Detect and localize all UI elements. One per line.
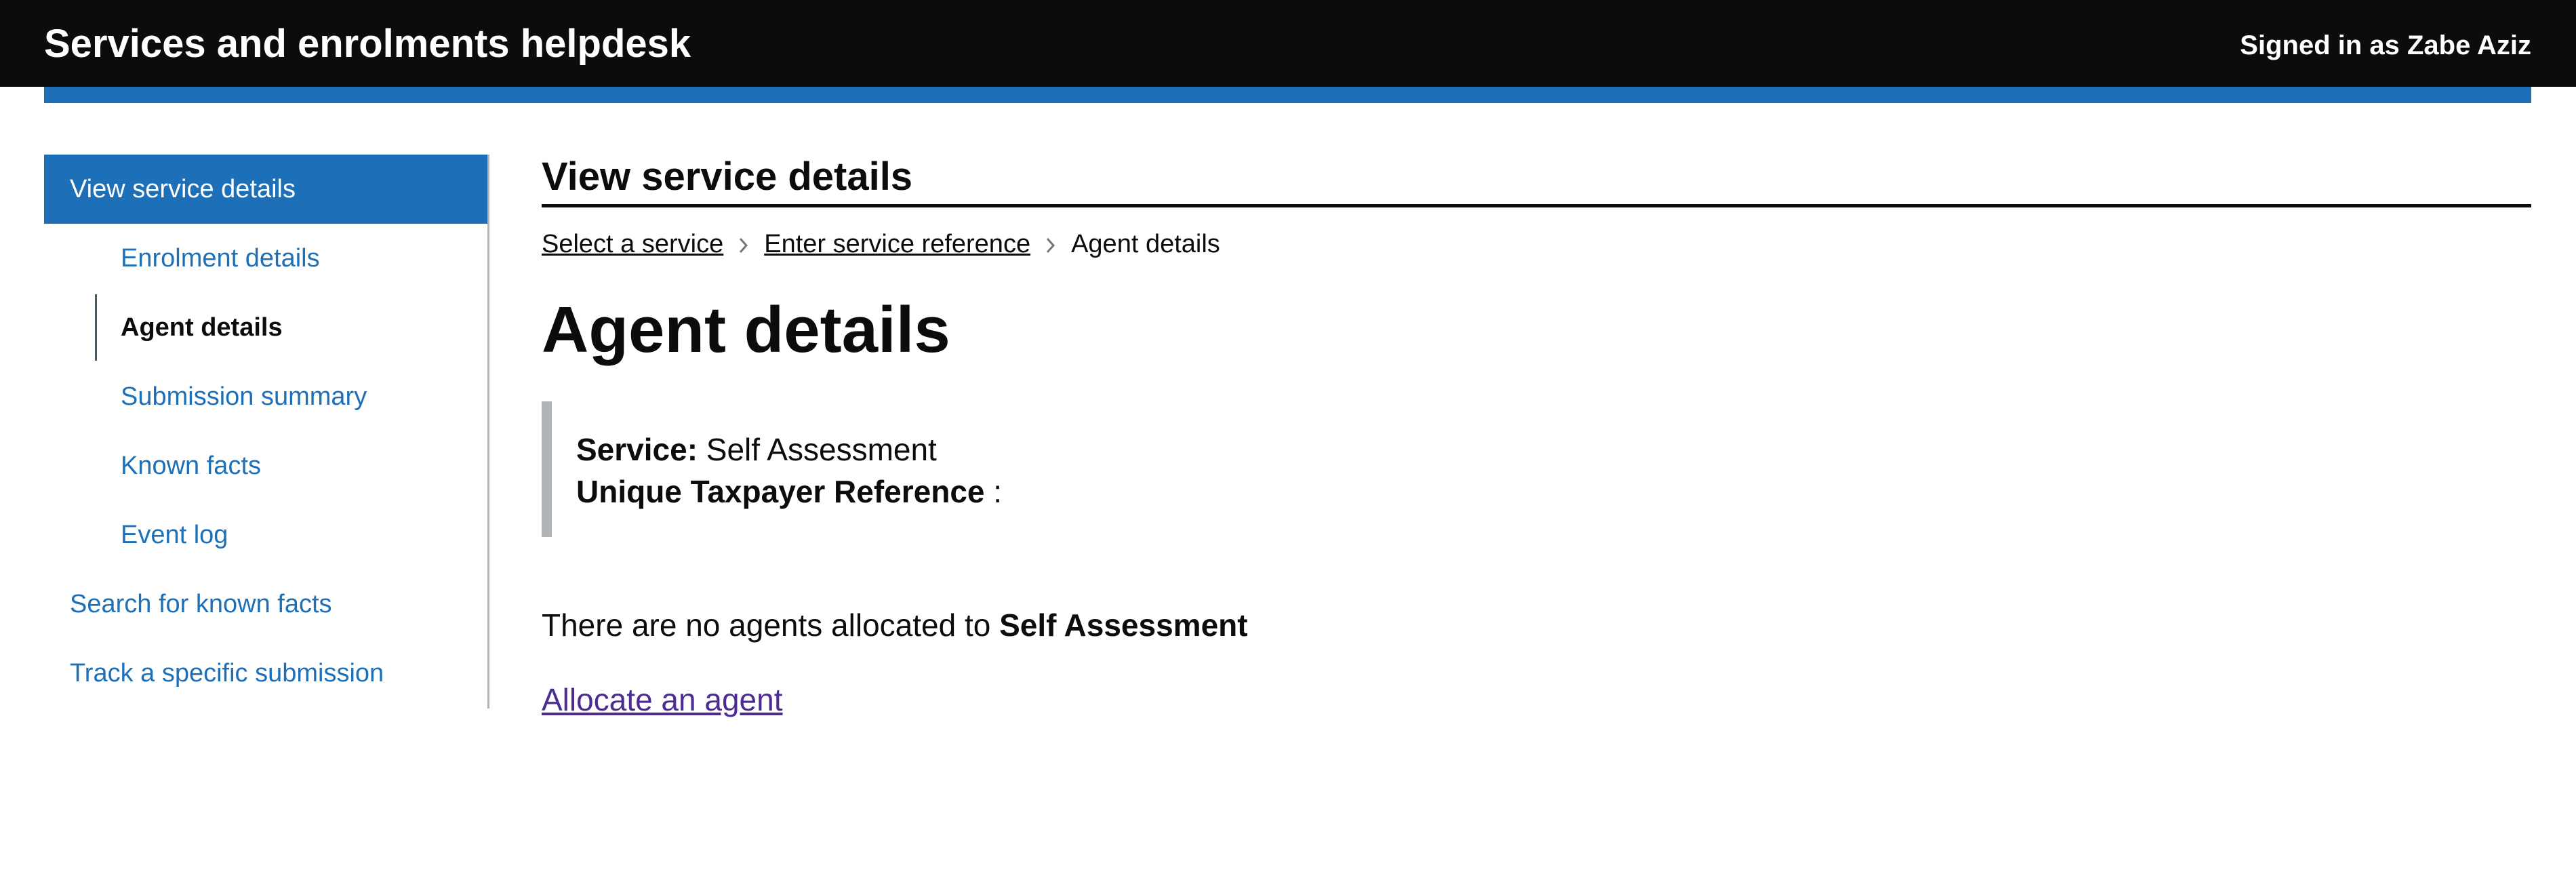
sidebar-item-enrolment-details[interactable]: Enrolment details — [44, 224, 487, 293]
no-agents-message: There are no agents allocated to Self As… — [542, 605, 1248, 645]
breadcrumb-enter-service-reference[interactable]: Enter service reference — [764, 227, 1030, 261]
sidebar-item-search-known-facts[interactable]: Search for known facts — [44, 570, 487, 639]
sidebar-item-known-facts[interactable]: Known facts — [44, 431, 487, 500]
page-title: Agent details — [542, 294, 950, 366]
header: Services and enrolments helpdesk Signed … — [0, 0, 2576, 87]
sidebar-item-submission-summary[interactable]: Submission summary — [44, 362, 487, 431]
service-line: Service: Self Assessment — [576, 428, 1355, 471]
breadcrumb: Select a service Enter service reference… — [542, 227, 1220, 261]
sidebar-item-agent-details[interactable]: Agent details — [44, 293, 487, 362]
utr-label: Unique Taxpayer Reference — [576, 474, 985, 509]
section-heading: View service details — [542, 151, 2531, 207]
service-name[interactable]: Services and enrolments helpdesk — [44, 20, 691, 68]
sidebar-nav: View service details Enrolment details A… — [44, 155, 489, 709]
no-agents-service: Self Assessment — [999, 607, 1248, 643]
sidebar-item-view-service-details[interactable]: View service details — [44, 155, 487, 224]
no-agents-text: There are no agents allocated to — [542, 607, 991, 643]
allocate-agent-link[interactable]: Allocate an agent — [542, 679, 783, 720]
breadcrumb-select-service[interactable]: Select a service — [542, 227, 723, 261]
service-inset: Service: Self Assessment Unique Taxpayer… — [542, 401, 1355, 537]
utr-value: : — [993, 474, 1003, 509]
service-label: Service: — [576, 432, 698, 467]
service-value: Self Assessment — [706, 432, 937, 467]
breadcrumb-current: Agent details — [1071, 230, 1220, 258]
current-page-marker — [95, 294, 97, 361]
signed-in-user: Signed in as Zabe Aziz — [2240, 31, 2531, 60]
sidebar-item-track-submission[interactable]: Track a specific submission — [44, 639, 487, 708]
utr-line: Unique Taxpayer Reference : — [576, 471, 1355, 513]
sidebar-item-label: Agent details — [121, 313, 283, 342]
chevron-right-icon — [1030, 227, 1071, 261]
chevron-right-icon — [723, 227, 764, 261]
sidebar-item-event-log[interactable]: Event log — [44, 500, 487, 570]
header-accent-bar — [44, 87, 2531, 103]
